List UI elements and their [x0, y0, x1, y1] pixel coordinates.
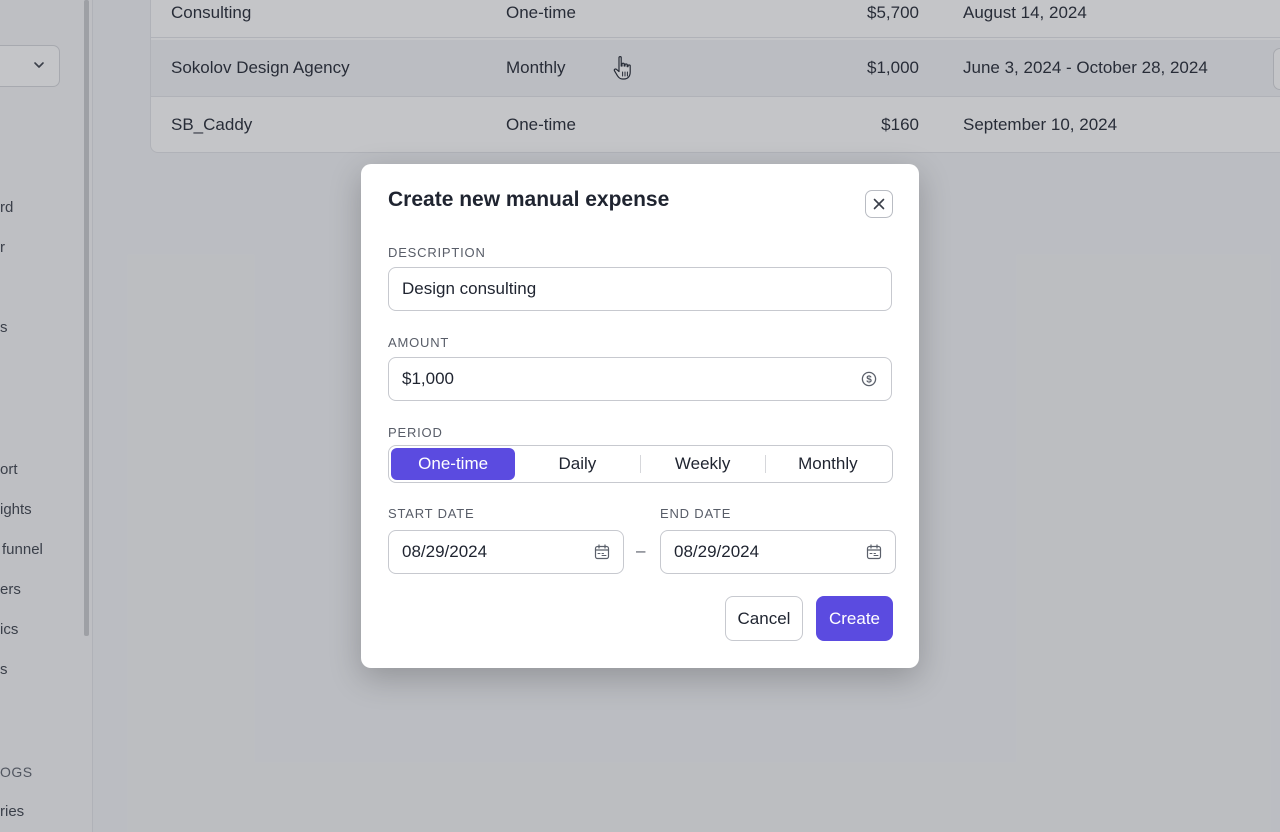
- calendar-icon[interactable]: [594, 544, 610, 560]
- calendar-icon[interactable]: [866, 544, 882, 560]
- start-date-input[interactable]: [388, 530, 624, 574]
- start-date-label: START DATE: [388, 506, 475, 521]
- period-label: PERIOD: [388, 425, 443, 440]
- modal-title: Create new manual expense: [388, 188, 670, 211]
- period-option-monthly[interactable]: Monthly: [766, 448, 890, 480]
- create-expense-modal: Create new manual expense DESCRIPTION AM…: [361, 164, 919, 668]
- amount-label: AMOUNT: [388, 335, 450, 350]
- cancel-button[interactable]: Cancel: [725, 596, 803, 641]
- end-date-label: END DATE: [660, 506, 732, 521]
- period-option-one-time[interactable]: One-time: [391, 448, 516, 480]
- svg-text:$: $: [866, 375, 872, 386]
- dollar-circle-icon: $: [861, 371, 877, 387]
- date-range-separator: –: [636, 541, 646, 560]
- amount-input[interactable]: [388, 357, 892, 401]
- close-icon: [873, 198, 885, 210]
- period-option-weekly[interactable]: Weekly: [641, 448, 765, 480]
- description-label: DESCRIPTION: [388, 245, 486, 260]
- end-date-input[interactable]: [660, 530, 896, 574]
- close-modal-button[interactable]: [865, 190, 893, 218]
- create-button[interactable]: Create: [816, 596, 893, 641]
- period-segmented-control: One-time Daily Weekly Monthly: [388, 445, 893, 483]
- description-input[interactable]: [388, 267, 892, 311]
- period-option-daily[interactable]: Daily: [515, 448, 639, 480]
